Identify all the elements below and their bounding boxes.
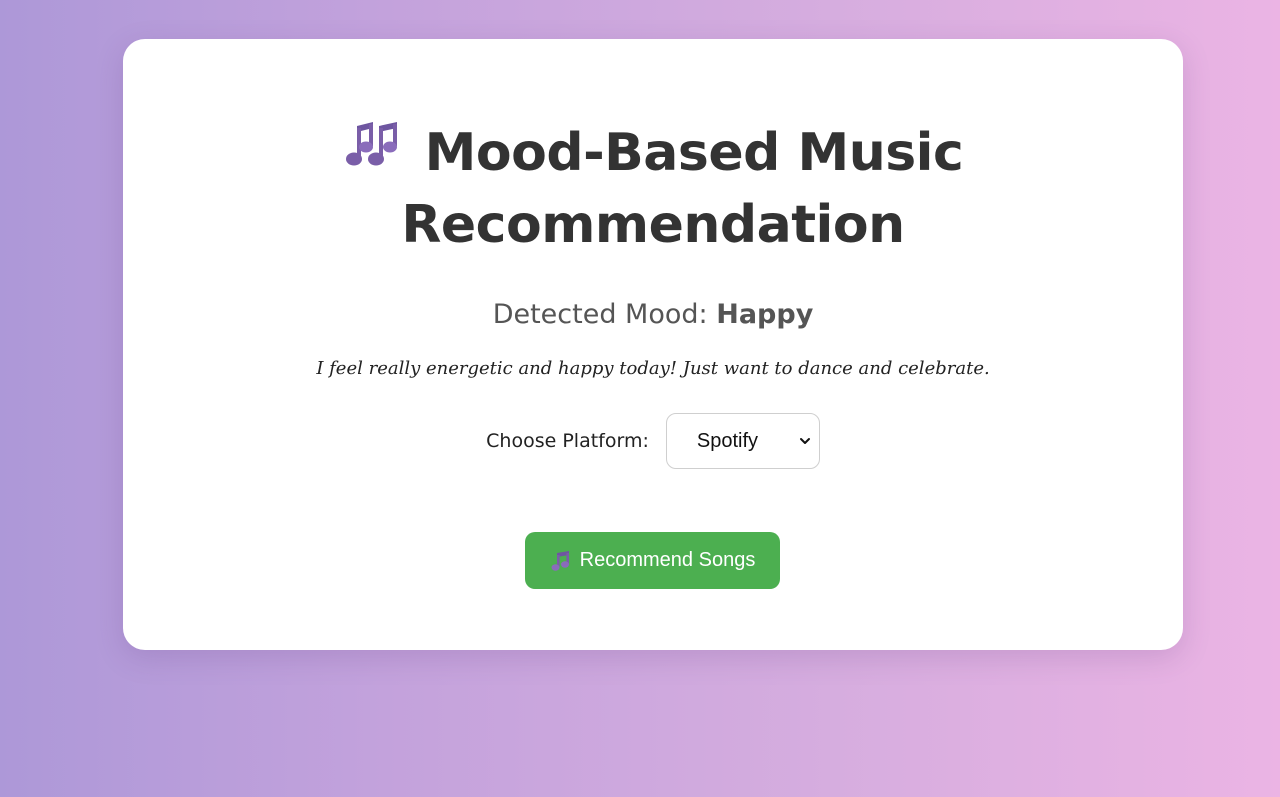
title-line-2: Recommendation	[401, 195, 905, 255]
mood-label: Detected Mood:	[492, 299, 708, 330]
platform-selected-value: Spotify	[696, 429, 759, 452]
platform-label: Choose Platform:	[486, 430, 649, 452]
recommend-songs-button[interactable]: Recommend Songs	[525, 532, 780, 589]
main-card: Mood-Based Music Recommendation Detected…	[123, 39, 1183, 650]
platform-select[interactable]: Spotify	[665, 413, 820, 469]
page-title: Mood-Based Music Recommendation	[123, 117, 1183, 261]
user-input-text: I feel really energetic and happy today!…	[316, 358, 990, 379]
recommend-button-label: Recommend Songs	[579, 549, 756, 571]
musical-notes-icon	[345, 122, 397, 166]
mood-value: Happy	[716, 299, 814, 330]
title-line-1: Mood-Based Music	[123, 117, 1183, 189]
title-text-1: Mood-Based Music	[424, 123, 964, 183]
chevron-down-icon	[799, 438, 810, 444]
platform-row: Choose Platform: Spotify	[123, 413, 1183, 469]
detected-mood: Detected Mood: Happy	[123, 299, 1183, 330]
musical-note-icon	[551, 550, 569, 571]
